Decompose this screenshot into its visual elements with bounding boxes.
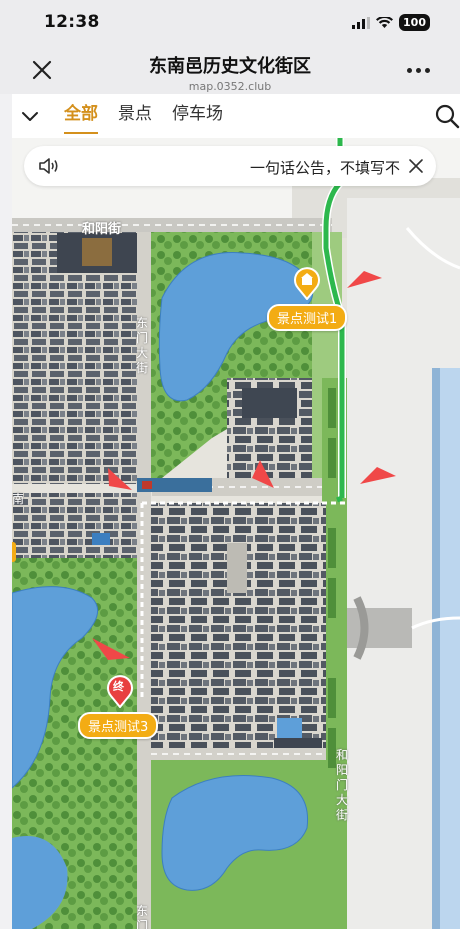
poi-label-3[interactable]: 景点测试3: [78, 712, 159, 739]
tab-bar: 全部 景点 停车场: [12, 94, 460, 138]
signal-icon: [352, 16, 371, 29]
page-title: 东南邑历史文化街区: [149, 56, 311, 77]
poi-marker-1[interactable]: [293, 266, 321, 300]
tab-parking[interactable]: 停车场: [172, 94, 223, 138]
chevron-down-icon[interactable]: [20, 106, 40, 126]
tabs: 全部 景点 停车场: [64, 94, 223, 138]
tab-attractions[interactable]: 景点: [118, 94, 152, 138]
title-wrap: 东南邑历史文化街区 map.0352.club: [0, 52, 460, 93]
more-icon[interactable]: [407, 68, 430, 73]
status-time: 12:38: [44, 12, 100, 32]
street-label-dongmen: 东门大街: [136, 316, 149, 375]
tab-all[interactable]: 全部: [64, 94, 98, 138]
edge-poi-indicator[interactable]: [12, 542, 16, 562]
street-label-heyang: 和阳街: [82, 222, 122, 237]
map-illustration: [12, 138, 460, 929]
map[interactable]: 和阳街 东门大街 和阳门大街 东门 南 景点测试1 终 景点测试3: [12, 138, 460, 929]
poi-marker-3-glyph: 终: [113, 680, 124, 693]
street-label-heyang-alley: 和阳门大街: [336, 748, 349, 822]
battery-icon: 100: [399, 14, 430, 31]
speaker-icon: [39, 158, 58, 174]
street-label-bottom: 东门: [136, 904, 149, 929]
wifi-icon: [376, 16, 394, 28]
page-url: map.0352.club: [188, 80, 272, 93]
poi-label-1[interactable]: 景点测试1: [267, 304, 348, 331]
title-bar: 东南邑历史文化街区 map.0352.club: [0, 44, 460, 94]
status-bar: 12:38 100: [0, 0, 460, 44]
announcement-bar[interactable]: 一句话公告，不填写不: [24, 146, 436, 186]
street-label-left: 南: [12, 492, 25, 506]
status-icons: 100: [352, 14, 430, 31]
search-icon[interactable]: [434, 102, 460, 130]
announcement-text: 一句话公告，不填写不: [249, 159, 400, 177]
close-icon[interactable]: [408, 158, 424, 174]
